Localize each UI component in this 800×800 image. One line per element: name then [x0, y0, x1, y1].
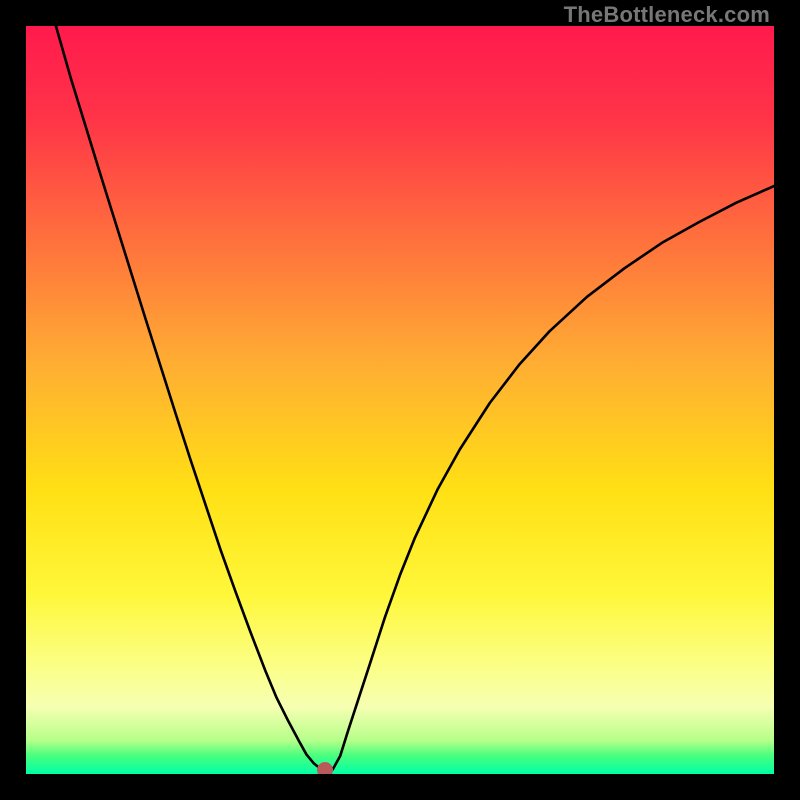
plot-area	[26, 26, 774, 774]
chart-frame: TheBottleneck.com	[0, 0, 800, 800]
bottleneck-curve	[26, 26, 774, 774]
watermark-attribution-text: TheBottleneck.com	[564, 2, 770, 28]
minimum-point-marker	[317, 762, 333, 774]
